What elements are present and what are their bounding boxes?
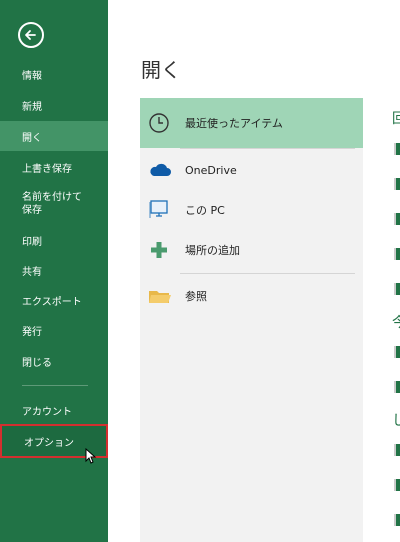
excel-file-icon[interactable] — [394, 143, 400, 155]
mouse-cursor-icon — [85, 448, 97, 464]
nav-save-as-line1: 名前を付けて — [22, 192, 82, 203]
excel-file-icon[interactable] — [394, 381, 400, 393]
nav-divider — [22, 385, 88, 386]
location-browse[interactable]: 参照 — [140, 275, 363, 317]
nav-share[interactable]: 共有 — [0, 255, 108, 285]
excel-file-icon[interactable] — [394, 283, 400, 295]
excel-file-icon[interactable] — [394, 178, 400, 190]
folder-icon — [149, 291, 171, 303]
recent-header-partial: 回 — [392, 111, 400, 127]
location-onedrive[interactable]: OneDrive — [140, 149, 363, 191]
location-add-place[interactable]: 場所の追加 — [140, 229, 363, 271]
excel-file-icon[interactable] — [394, 479, 400, 491]
nav-print[interactable]: 印刷 — [0, 225, 108, 255]
page-title: 開く — [141, 58, 181, 82]
nav-info[interactable]: 情報 — [0, 59, 108, 89]
recent-header-partial: 今 — [392, 315, 400, 331]
location-label: この PC — [185, 204, 225, 217]
nav-open[interactable]: 開く — [0, 121, 108, 151]
nav-save-as[interactable]: 名前を付けて 保存 — [0, 186, 108, 222]
clock-icon — [149, 113, 169, 133]
excel-file-icon[interactable] — [394, 248, 400, 260]
back-arrow-icon — [25, 30, 36, 40]
location-label: 参照 — [185, 290, 207, 303]
location-label: 最近使ったアイテム — [185, 117, 283, 130]
location-label: OneDrive — [185, 163, 237, 177]
location-divider — [180, 273, 355, 274]
nav-account[interactable]: アカウント — [0, 395, 108, 425]
nav-save-as-line2: 保存 — [22, 205, 42, 216]
location-label: 場所の追加 — [185, 244, 240, 257]
cloud-icon — [150, 163, 171, 176]
location-list: 最近使ったアイテム OneDrive この PC 場所の追加 参照 — [140, 98, 363, 542]
nav-close[interactable]: 閉じる — [0, 346, 108, 376]
plus-icon — [151, 242, 167, 258]
excel-file-icon[interactable] — [394, 514, 400, 526]
back-button[interactable] — [18, 22, 44, 48]
nav-new[interactable]: 新規 — [0, 90, 108, 120]
computer-icon — [149, 200, 168, 218]
location-this-pc[interactable]: この PC — [140, 189, 363, 231]
nav-export[interactable]: エクスポート — [0, 285, 108, 315]
recent-header-partial: し — [392, 413, 400, 429]
location-recent[interactable]: 最近使ったアイテム — [140, 98, 363, 148]
nav-publish[interactable]: 発行 — [0, 315, 108, 345]
excel-file-icon[interactable] — [394, 213, 400, 225]
main-panel: 開く 最近使ったアイテム OneDrive この PC 場所の追加 参照 回 今… — [108, 0, 400, 542]
excel-file-icon[interactable] — [394, 346, 400, 358]
excel-file-icon[interactable] — [394, 444, 400, 456]
backstage-sidebar: 情報 新規 開く 上書き保存 名前を付けて 保存 印刷 共有 エクスポート 発行… — [0, 0, 108, 542]
recent-files-column: 回 今 し — [390, 98, 400, 542]
nav-save[interactable]: 上書き保存 — [0, 152, 108, 182]
